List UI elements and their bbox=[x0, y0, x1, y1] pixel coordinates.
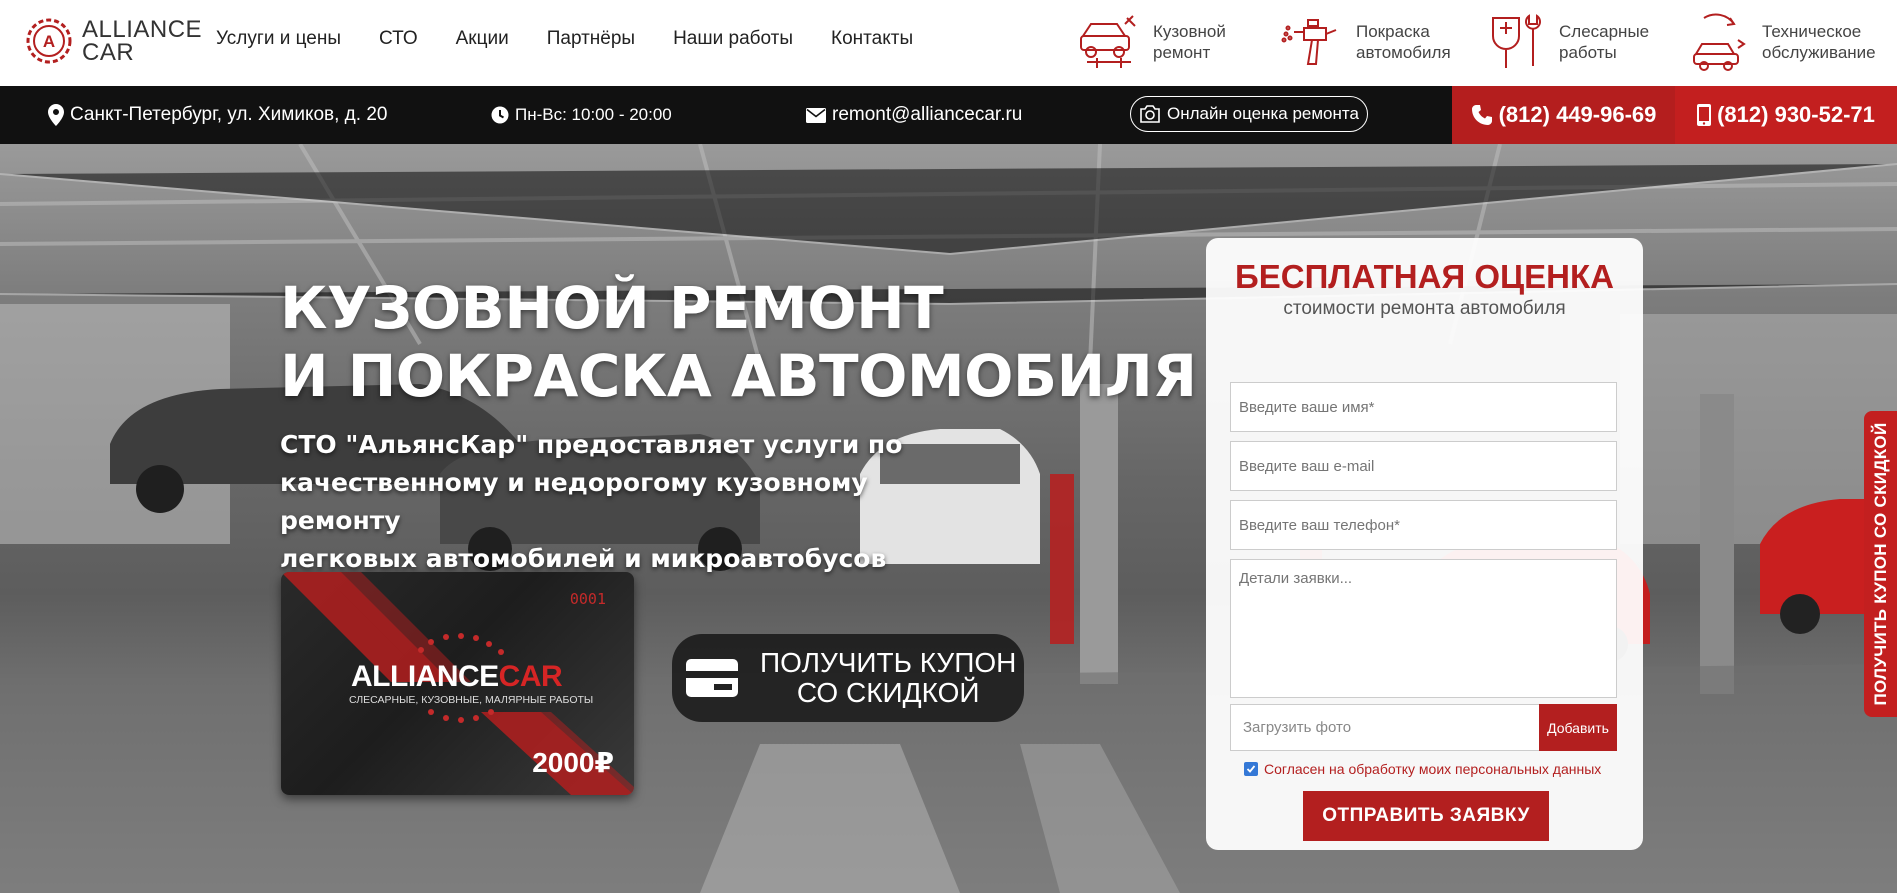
service-maintenance[interactable]: Техническое обслуживание bbox=[1686, 10, 1889, 74]
submit-button[interactable]: ОТПРАВИТЬ ЗАЯВКУ bbox=[1303, 791, 1549, 841]
top-navigation: A ALLIANCE CAR Услуги и цены СТО Акции П… bbox=[0, 0, 1897, 86]
service-painting[interactable]: Покраска автомобиля bbox=[1280, 10, 1483, 74]
hero-section: КУЗОВНОЙ РЕМОНТ И ПОКРАСКА АВТОМОБИЛЯ СТ… bbox=[0, 144, 1897, 893]
working-hours: Пн-Вс: 10:00 - 20:00 bbox=[491, 86, 672, 144]
envelope-icon bbox=[806, 107, 826, 123]
side-coupon-tab[interactable]: ПОЛУЧИТЬ КУПОН СО СКИДКОЙ bbox=[1864, 411, 1897, 717]
estimate-form: БЕСПЛАТНАЯ ОЦЕНКА стоимости ремонта авто… bbox=[1206, 238, 1643, 850]
phone-field[interactable] bbox=[1230, 500, 1617, 550]
consent-row: Согласен на обработку моих персональных … bbox=[1244, 761, 1601, 777]
phone-link-2[interactable]: (812) 930-52-71 bbox=[1675, 86, 1897, 144]
address: Санкт-Петербург, ул. Химиков, д. 20 bbox=[48, 86, 387, 144]
upload-add-button[interactable]: Добавить bbox=[1539, 704, 1617, 751]
hours-text: Пн-Вс: 10:00 - 20:00 bbox=[515, 105, 672, 124]
online-estimate-label: Онлайн оценка ремонта bbox=[1167, 104, 1359, 123]
car-service-icon bbox=[1693, 13, 1746, 71]
service-label: Техническое обслуживание bbox=[1762, 21, 1876, 63]
service-line1: Техническое bbox=[1762, 22, 1862, 41]
menu-item-contacts[interactable]: Контакты bbox=[831, 28, 913, 50]
email-field[interactable] bbox=[1230, 441, 1617, 491]
logo-text: ALLIANCE CAR bbox=[82, 16, 203, 66]
service-line1: Покраска bbox=[1356, 22, 1430, 41]
service-line1: Кузовной bbox=[1153, 22, 1226, 41]
service-label: Слесарные работы bbox=[1559, 21, 1649, 63]
card-number: 0001 bbox=[569, 590, 606, 608]
check-icon bbox=[1246, 765, 1256, 773]
card-icon bbox=[686, 659, 738, 697]
service-line2: работы bbox=[1559, 43, 1617, 62]
card-tagline: СЛЕСАРНЫЕ, КУЗОВНЫЕ, МАЛЯРНЫЕ РАБОТЫ bbox=[349, 694, 594, 706]
hero-subtitle-line2: качественному и недорогому кузовному рем… bbox=[280, 468, 868, 535]
discount-card-image: 0001 ALLIANCECAR СЛЕСАРНЫЕ, КУЗОВНЫЕ, МА… bbox=[281, 572, 634, 795]
info-bar: Санкт-Петербург, ул. Химиков, д. 20 Пн-В… bbox=[0, 86, 1897, 144]
hero-title-line1: КУЗОВНОЙ РЕМОНТ bbox=[280, 274, 944, 342]
phone-link-1[interactable]: (812) 449-96-69 bbox=[1452, 86, 1675, 144]
menu-item-services[interactable]: Услуги и цены bbox=[216, 28, 341, 50]
hero-subtitle: СТО "АльянсКар" предоставляет услуги по … bbox=[280, 426, 980, 578]
clock-icon bbox=[491, 106, 509, 124]
menu-item-partners[interactable]: Партнёры bbox=[547, 28, 635, 50]
phone-number-1: (812) 449-96-69 bbox=[1498, 102, 1657, 127]
menu-item-sto[interactable]: СТО bbox=[379, 28, 418, 50]
photo-upload[interactable]: Загрузить фото Добавить bbox=[1230, 704, 1617, 751]
email-link[interactable]: remont@alliancecar.ru bbox=[806, 86, 1022, 144]
main-menu: Услуги и цены СТО Акции Партнёры Наши ра… bbox=[216, 28, 951, 50]
menu-item-promotions[interactable]: Акции bbox=[456, 28, 509, 50]
card-amount: 2000₽ bbox=[532, 747, 614, 778]
hero-title-line2: И ПОКРАСКА АВТОМОБИЛЯ bbox=[280, 342, 1197, 410]
camera-icon bbox=[1140, 105, 1160, 123]
menu-item-works[interactable]: Наши работы bbox=[673, 28, 793, 50]
service-label: Покраска автомобиля bbox=[1356, 21, 1451, 63]
name-field[interactable] bbox=[1230, 382, 1617, 432]
service-locksmith[interactable]: Слесарные работы bbox=[1483, 10, 1686, 74]
form-title: БЕСПЛАТНАЯ ОЦЕНКА bbox=[1235, 258, 1614, 295]
map-pin-icon bbox=[48, 104, 64, 126]
service-links: Кузовной ремонт Покраска автомобиля Слесар… bbox=[1077, 10, 1889, 74]
details-field[interactable] bbox=[1230, 559, 1617, 698]
form-subtitle: стоимости ремонта автомобиля bbox=[1283, 298, 1566, 319]
get-coupon-label: ПОЛУЧИТЬ КУПОН СО СКИДКОЙ bbox=[760, 648, 1016, 708]
mobile-phone-icon bbox=[1697, 104, 1712, 126]
consent-label: Согласен на обработку моих персональных … bbox=[1264, 761, 1602, 777]
side-coupon-label: ПОЛУЧИТЬ КУПОН СО СКИДКОЙ bbox=[1870, 422, 1890, 706]
consent-checkbox[interactable] bbox=[1244, 762, 1258, 776]
coupon-line2: СО СКИДКОЙ bbox=[796, 677, 980, 708]
phone-number-2: (812) 930-52-71 bbox=[1717, 102, 1875, 127]
service-line2: обслуживание bbox=[1762, 43, 1876, 62]
card-brand: ALLIANCECAR bbox=[351, 660, 563, 694]
car-body-repair-icon bbox=[1080, 15, 1136, 68]
email-text: remont@alliancecar.ru bbox=[832, 104, 1023, 125]
online-estimate-button[interactable]: Онлайн оценка ремонта bbox=[1130, 96, 1368, 132]
hero-title: КУЗОВНОЙ РЕМОНТ И ПОКРАСКА АВТОМОБИЛЯ bbox=[280, 274, 1197, 410]
card-brand-white: ALLIANCE bbox=[351, 660, 499, 693]
logo-gear-icon: A bbox=[26, 18, 72, 64]
address-text: Санкт-Петербург, ул. Химиков, д. 20 bbox=[70, 104, 388, 125]
coupon-line1: ПОЛУЧИТЬ КУПОН bbox=[760, 647, 1017, 678]
service-body-repair[interactable]: Кузовной ремонт bbox=[1077, 10, 1280, 74]
phone-icon bbox=[1471, 105, 1492, 125]
service-line2: автомобиля bbox=[1356, 43, 1451, 62]
hero-subtitle-line1: СТО "АльянсКар" предоставляет услуги по bbox=[280, 430, 903, 459]
get-coupon-button[interactable]: ПОЛУЧИТЬ КУПОН СО СКИДКОЙ bbox=[672, 634, 1024, 722]
service-line1: Слесарные bbox=[1559, 22, 1650, 41]
svg-text:A: A bbox=[43, 32, 55, 51]
wrench-icon bbox=[1492, 14, 1541, 68]
service-label: Кузовной ремонт bbox=[1153, 21, 1226, 63]
logo-line1: ALLIANCE bbox=[82, 16, 203, 43]
logo-line2: CAR bbox=[82, 39, 135, 66]
logo[interactable]: A ALLIANCE CAR bbox=[24, 14, 202, 68]
service-line2: ремонт bbox=[1153, 43, 1211, 62]
card-brand-red: CAR bbox=[498, 660, 563, 693]
upload-label: Загрузить фото bbox=[1243, 719, 1352, 736]
spray-gun-icon bbox=[1281, 19, 1337, 65]
